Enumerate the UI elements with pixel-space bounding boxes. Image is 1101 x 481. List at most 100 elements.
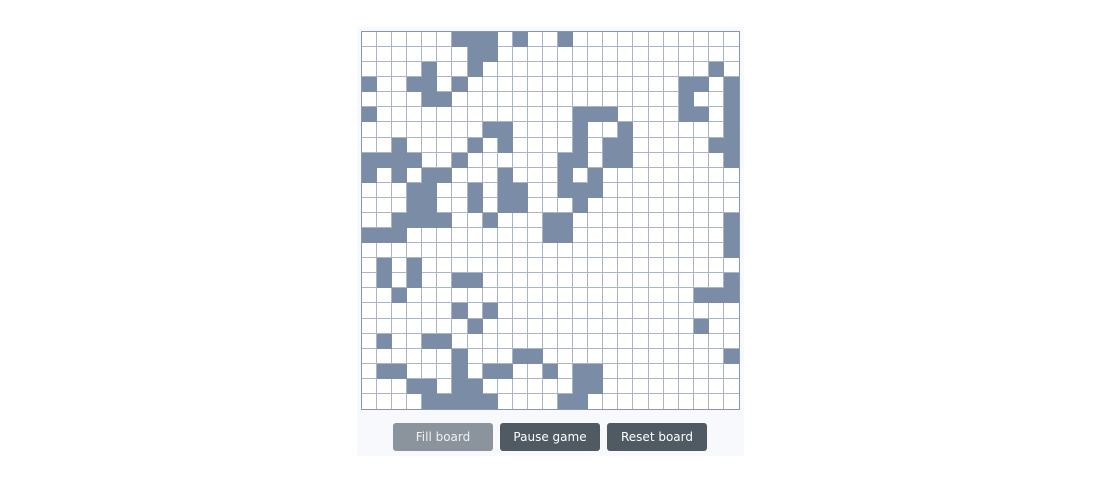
board-cell-dead[interactable]	[723, 62, 739, 78]
board-cell-dead[interactable]	[422, 273, 438, 289]
board-cell-alive[interactable]	[573, 393, 589, 409]
board-cell-dead[interactable]	[542, 47, 559, 63]
board-cell-dead[interactable]	[467, 303, 483, 319]
board-cell-dead[interactable]	[618, 107, 634, 123]
board-cell-dead[interactable]	[603, 212, 619, 229]
board-cell-dead[interactable]	[558, 137, 574, 153]
board-cell-dead[interactable]	[723, 303, 739, 319]
board-cell-dead[interactable]	[678, 167, 694, 183]
board-cell-dead[interactable]	[542, 122, 559, 138]
board-cell-dead[interactable]	[542, 62, 559, 78]
board-cell-alive[interactable]	[437, 393, 453, 409]
board-cell-dead[interactable]	[618, 273, 634, 289]
board-cell-dead[interactable]	[588, 228, 604, 244]
board-cell-dead[interactable]	[467, 258, 483, 274]
board-cell-dead[interactable]	[497, 32, 513, 48]
board-cell-dead[interactable]	[467, 243, 483, 259]
board-cell-alive[interactable]	[467, 47, 483, 63]
board-cell-dead[interactable]	[693, 258, 709, 274]
board-cell-alive[interactable]	[512, 182, 528, 198]
board-cell-alive[interactable]	[467, 62, 483, 78]
board-cell-alive[interactable]	[437, 212, 453, 229]
board-cell-dead[interactable]	[527, 62, 543, 78]
board-cell-dead[interactable]	[558, 333, 574, 349]
board-cell-dead[interactable]	[693, 303, 709, 319]
board-cell-dead[interactable]	[603, 258, 619, 274]
board-cell-dead[interactable]	[527, 212, 543, 229]
board-cell-alive[interactable]	[377, 273, 393, 289]
board-cell-alive[interactable]	[573, 137, 589, 153]
board-cell-dead[interactable]	[422, 32, 438, 48]
board-cell-alive[interactable]	[452, 363, 468, 379]
board-cell-dead[interactable]	[723, 182, 739, 198]
board-cell-dead[interactable]	[558, 288, 574, 304]
board-cell-alive[interactable]	[573, 363, 589, 379]
board-cell-dead[interactable]	[603, 228, 619, 244]
board-cell-dead[interactable]	[422, 243, 438, 259]
board-cell-dead[interactable]	[407, 92, 423, 108]
board-cell-dead[interactable]	[648, 228, 664, 244]
board-cell-dead[interactable]	[407, 228, 423, 244]
board-cell-dead[interactable]	[573, 243, 589, 259]
board-cell-dead[interactable]	[392, 303, 408, 319]
board-cell-dead[interactable]	[558, 122, 574, 138]
board-cell-dead[interactable]	[603, 333, 619, 349]
board-cell-dead[interactable]	[648, 92, 664, 108]
board-cell-dead[interactable]	[407, 348, 423, 364]
board-cell-dead[interactable]	[497, 47, 513, 63]
board-cell-dead[interactable]	[437, 47, 453, 63]
board-cell-dead[interactable]	[437, 318, 453, 334]
board-cell-dead[interactable]	[452, 288, 468, 304]
board-cell-dead[interactable]	[512, 47, 528, 63]
board-cell-dead[interactable]	[527, 137, 543, 153]
board-cell-dead[interactable]	[573, 288, 589, 304]
board-cell-dead[interactable]	[482, 288, 498, 304]
board-cell-dead[interactable]	[693, 32, 709, 48]
board-cell-dead[interactable]	[678, 152, 694, 168]
board-cell-dead[interactable]	[467, 348, 483, 364]
board-cell-dead[interactable]	[678, 258, 694, 274]
board-cell-alive[interactable]	[437, 92, 453, 108]
board-cell-dead[interactable]	[437, 273, 453, 289]
board-cell-dead[interactable]	[678, 303, 694, 319]
board-cell-dead[interactable]	[663, 303, 679, 319]
board-cell-dead[interactable]	[648, 258, 664, 274]
board-cell-alive[interactable]	[482, 363, 498, 379]
board-cell-dead[interactable]	[482, 378, 498, 394]
board-cell-dead[interactable]	[512, 393, 528, 409]
board-cell-dead[interactable]	[452, 47, 468, 63]
board-cell-dead[interactable]	[723, 378, 739, 394]
board-cell-alive[interactable]	[377, 152, 393, 168]
board-cell-alive[interactable]	[422, 197, 438, 213]
board-cell-dead[interactable]	[588, 212, 604, 229]
board-cell-dead[interactable]	[663, 378, 679, 394]
board-cell-dead[interactable]	[708, 152, 724, 168]
board-cell-dead[interactable]	[377, 137, 393, 153]
board-cell-dead[interactable]	[422, 47, 438, 63]
board-cell-dead[interactable]	[467, 228, 483, 244]
board-cell-dead[interactable]	[558, 273, 574, 289]
board-cell-dead[interactable]	[497, 92, 513, 108]
board-cell-dead[interactable]	[512, 107, 528, 123]
board-cell-dead[interactable]	[377, 393, 393, 409]
board-cell-alive[interactable]	[678, 107, 694, 123]
board-cell-dead[interactable]	[512, 122, 528, 138]
board-cell-alive[interactable]	[467, 197, 483, 213]
board-cell-dead[interactable]	[723, 333, 739, 349]
board-cell-dead[interactable]	[422, 107, 438, 123]
board-cell-dead[interactable]	[512, 333, 528, 349]
board-cell-dead[interactable]	[648, 288, 664, 304]
board-cell-dead[interactable]	[362, 363, 378, 379]
board-cell-dead[interactable]	[558, 258, 574, 274]
board-cell-alive[interactable]	[497, 137, 513, 153]
board-cell-alive[interactable]	[422, 182, 438, 198]
board-cell-dead[interactable]	[708, 122, 724, 138]
board-cell-alive[interactable]	[603, 107, 619, 123]
board-cell-alive[interactable]	[422, 212, 438, 229]
board-cell-dead[interactable]	[678, 378, 694, 394]
board-cell-alive[interactable]	[422, 77, 438, 93]
board-cell-dead[interactable]	[693, 393, 709, 409]
board-cell-dead[interactable]	[437, 152, 453, 168]
board-cell-alive[interactable]	[407, 378, 423, 394]
board-cell-alive[interactable]	[558, 228, 574, 244]
